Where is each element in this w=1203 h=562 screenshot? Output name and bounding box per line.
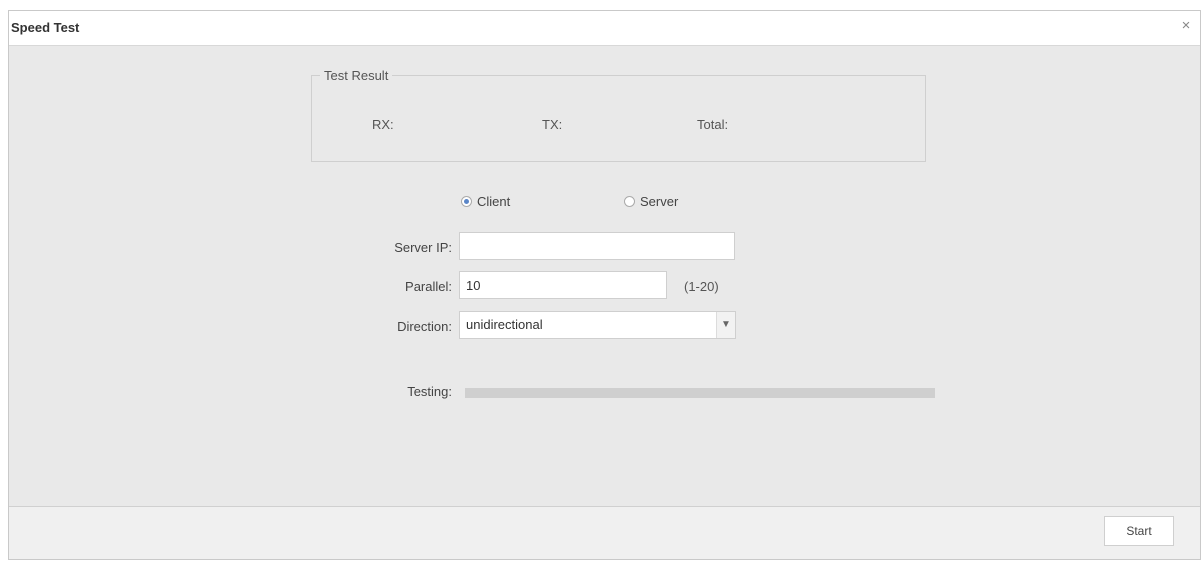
testing-progress-bar bbox=[465, 388, 935, 398]
parallel-label: Parallel: bbox=[405, 279, 452, 294]
dialog-title: Speed Test bbox=[11, 20, 80, 35]
server-radio-label: Server bbox=[640, 194, 679, 209]
dialog-titlebar: Speed Test × bbox=[9, 11, 1200, 46]
direction-select[interactable]: unidirectional ▼ bbox=[459, 311, 736, 339]
dialog-footer: Start bbox=[9, 506, 1200, 559]
chevron-down-icon[interactable]: ▼ bbox=[716, 312, 735, 338]
speed-test-dialog: Speed Test × Test Result RX: TX: Total: … bbox=[8, 10, 1201, 560]
rx-label: RX: bbox=[372, 117, 394, 132]
close-icon[interactable]: × bbox=[1178, 17, 1194, 35]
start-button[interactable]: Start bbox=[1104, 516, 1174, 546]
direction-label: Direction: bbox=[397, 319, 452, 334]
client-radio[interactable] bbox=[461, 196, 472, 207]
parallel-range-hint: (1-20) bbox=[684, 279, 719, 294]
client-radio-option[interactable]: Client bbox=[461, 194, 510, 209]
dialog-content: Test Result RX: TX: Total: Client Server… bbox=[9, 46, 1200, 506]
parallel-input[interactable] bbox=[459, 271, 667, 299]
test-result-group: Test Result RX: TX: Total: bbox=[311, 68, 926, 162]
tx-label: TX: bbox=[542, 117, 563, 132]
client-radio-label: Client bbox=[477, 194, 511, 209]
total-label: Total: bbox=[697, 117, 729, 132]
server-radio-option[interactable]: Server bbox=[624, 194, 678, 209]
server-ip-label: Server IP: bbox=[394, 240, 452, 255]
test-result-legend: Test Result bbox=[324, 68, 389, 83]
server-ip-input[interactable] bbox=[459, 232, 735, 260]
testing-label: Testing: bbox=[407, 384, 452, 399]
direction-selected-value: unidirectional bbox=[466, 317, 543, 332]
server-radio[interactable] bbox=[624, 196, 635, 207]
